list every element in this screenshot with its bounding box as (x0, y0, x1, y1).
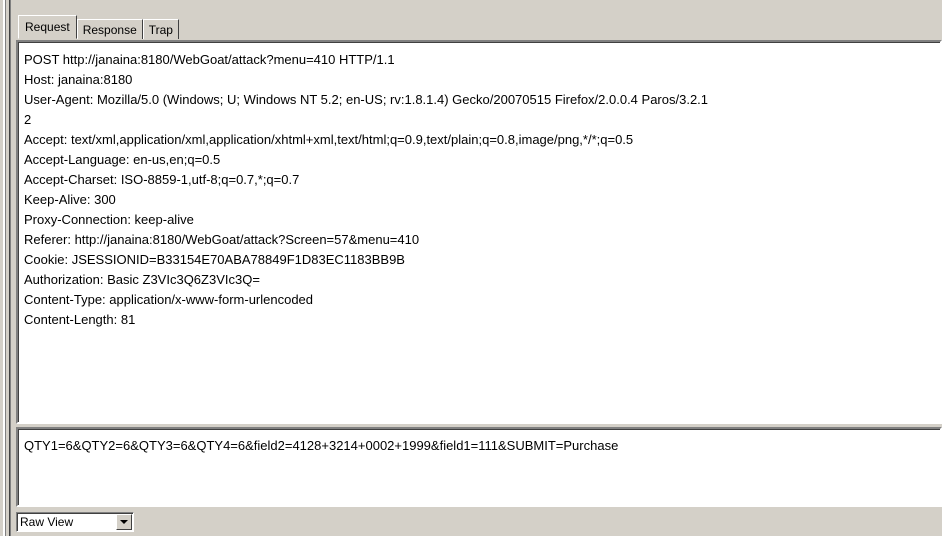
header-line: Cookie: JSESSIONID=B33154E70ABA78849F1D8… (24, 252, 405, 267)
header-line: 2 (24, 112, 32, 127)
header-line: Keep-Alive: 300 (24, 192, 116, 207)
request-body-textarea[interactable]: QTY1=6&QTY2=6&QTY3=6&QTY4=6&field2=4128+… (16, 427, 942, 507)
tab-trap[interactable]: Trap (142, 19, 179, 39)
header-line: Accept-Charset: ISO-8859-1,utf-8;q=0.7,*… (24, 172, 300, 187)
header-line: Accept: text/xml,application/xml,applica… (24, 132, 634, 147)
view-mode-select[interactable]: Raw View (16, 512, 134, 532)
view-mode-selected-value: Raw View (20, 515, 74, 529)
tab-request[interactable]: Request (18, 15, 77, 39)
dropdown-button[interactable] (116, 514, 132, 530)
tab-response[interactable]: Response (76, 19, 143, 39)
request-header-textarea[interactable]: POST http://janaina:8180/WebGoat/attack?… (16, 40, 942, 424)
header-line: Content-Type: application/x-www-form-url… (24, 292, 314, 307)
header-line: Authorization: Basic Z3VIc3Q6Z3VIc3Q= (24, 272, 260, 287)
header-line: Accept-Language: en-us,en;q=0.5 (24, 152, 221, 167)
header-line: POST http://janaina:8180/WebGoat/attack?… (24, 52, 395, 67)
chevron-down-icon (120, 520, 128, 524)
header-line: Host: janaina:8180 (24, 72, 133, 87)
header-line: Proxy-Connection: keep-alive (24, 212, 194, 227)
window-left-edge (0, 0, 11, 536)
header-line: Referer: http://janaina:8180/WebGoat/att… (24, 232, 420, 247)
header-line: User-Agent: Mozilla/5.0 (Windows; U; Win… (24, 92, 709, 107)
body-line: QTY1=6&QTY2=6&QTY3=6&QTY4=6&field2=4128+… (24, 438, 619, 453)
tab-bar: Request Response Trap (18, 14, 179, 39)
header-line: Content-Length: 81 (24, 312, 136, 327)
